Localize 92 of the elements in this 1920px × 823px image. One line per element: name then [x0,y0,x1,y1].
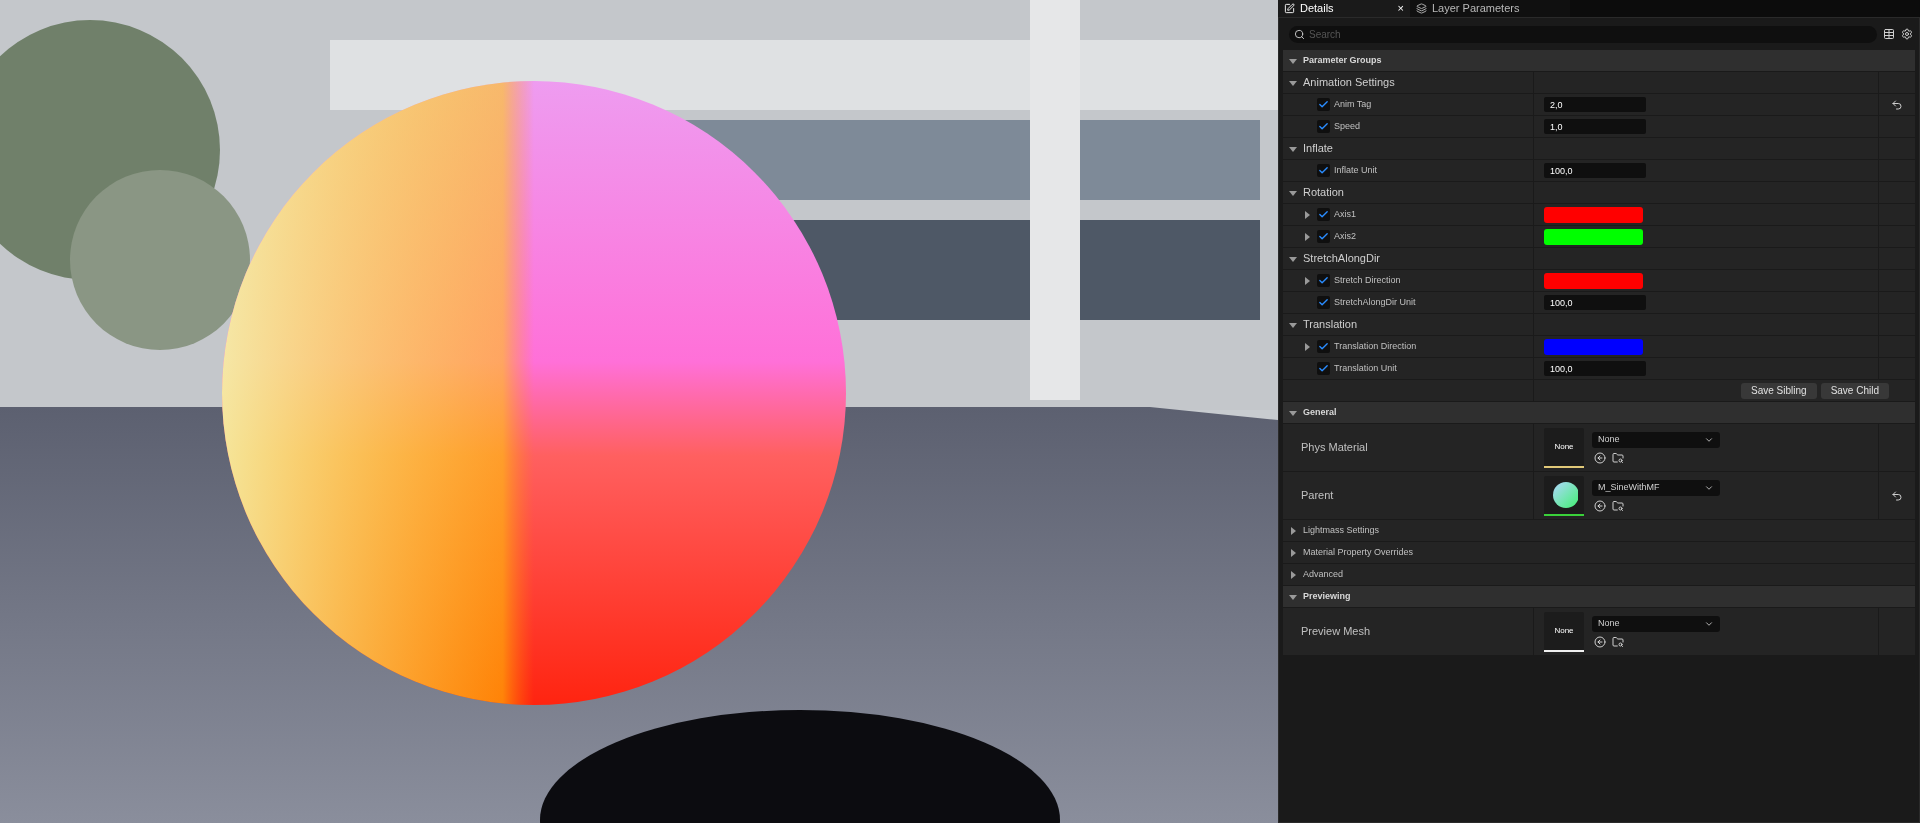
group-title: Translation [1303,317,1357,333]
expand-arrow-icon[interactable] [1303,232,1311,241]
section-header[interactable]: Previewing [1283,586,1915,608]
collapse-arrow-icon[interactable] [1289,144,1297,153]
number-field[interactable]: 100,0 [1544,295,1646,310]
collapse-arrow-icon[interactable] [1289,408,1297,417]
checkbox[interactable] [1317,208,1330,221]
thumbnail-label: None [1554,440,1574,453]
collapse-arrow-icon[interactable] [1289,188,1297,197]
expand-arrow-icon[interactable] [1289,526,1297,535]
number-field[interactable]: 100,0 [1544,361,1646,376]
parameter-label: StretchAlongDir Unit [1334,295,1416,309]
parameter-label: Inflate Unit [1334,163,1378,177]
expand-arrow-icon[interactable] [1303,210,1311,219]
group-title: Inflate [1303,141,1333,157]
browse-icon[interactable] [1612,635,1624,648]
checkbox[interactable] [1317,274,1330,287]
section-title: Previewing [1303,589,1351,603]
color-swatch[interactable] [1544,272,1643,289]
asset-dropdown[interactable]: M_SineWithMF [1592,479,1720,496]
checkbox[interactable] [1317,98,1330,111]
thumbnail-label: None [1554,624,1574,637]
edit-icon [1284,3,1295,14]
property-label: Parent [1301,488,1334,504]
browse-icon[interactable] [1612,451,1624,464]
parameter-label: Translation Direction [1334,339,1417,353]
section-header[interactable]: Parameter Groups [1283,50,1915,72]
color-swatch[interactable] [1544,228,1643,245]
number-field[interactable]: 2,0 [1544,97,1646,112]
property-label: Phys Material [1301,440,1368,456]
parameter-label: Translation Unit [1334,361,1397,375]
parameter-label: Axis2 [1334,229,1356,243]
number-field[interactable]: 1,0 [1544,119,1646,134]
section-title: Parameter Groups [1303,53,1382,67]
asset-thumbnail[interactable]: None [1544,611,1584,652]
group-title: Animation Settings [1303,75,1395,91]
tab-label: Layer Parameters [1432,1,1521,17]
expand-arrow-icon[interactable] [1303,342,1311,351]
parameter-label: Stretch Direction [1334,273,1401,287]
checkbox[interactable] [1317,296,1330,309]
collapse-arrow-icon[interactable] [1289,254,1297,263]
checkbox[interactable] [1317,340,1330,353]
panel-tab[interactable]: Details × [1278,0,1410,17]
reset-icon[interactable] [1891,489,1903,502]
category-row[interactable]: Material Property Overrides [1283,542,1915,564]
checkbox[interactable] [1317,120,1330,133]
group-title: StretchAlongDir [1303,251,1381,267]
number-field[interactable]: 100,0 [1544,163,1646,178]
search-field[interactable]: Search [1289,25,1877,43]
category-title: Material Property Overrides [1303,545,1414,559]
layers-icon [1416,3,1427,14]
asset-thumbnail[interactable]: None [1544,427,1584,468]
category-title: Advanced [1303,567,1344,581]
category-row[interactable]: Lightmass Settings [1283,520,1915,542]
save-button[interactable]: Save Sibling [1741,382,1817,399]
property-label: Preview Mesh [1301,624,1371,640]
section-title: General [1303,405,1337,419]
asset-thumbnail[interactable] [1544,475,1584,516]
checkbox[interactable] [1317,164,1330,177]
expand-arrow-icon[interactable] [1303,276,1311,285]
collapse-arrow-icon[interactable] [1289,592,1297,601]
use-selected-icon[interactable] [1594,635,1606,648]
parameter-label: Speed [1334,119,1361,133]
use-selected-icon[interactable] [1594,499,1606,512]
asset-dropdown[interactable]: None [1592,615,1720,632]
use-selected-icon[interactable] [1594,451,1606,464]
browse-icon[interactable] [1612,499,1624,512]
expand-arrow-icon[interactable] [1289,548,1297,557]
category-row[interactable]: Advanced [1283,564,1915,586]
reset-icon[interactable] [1891,98,1903,111]
search-icon [1294,28,1305,40]
collapse-arrow-icon[interactable] [1289,56,1297,65]
asset-dropdown[interactable]: None [1592,431,1720,448]
parameter-label: Axis1 [1334,207,1356,221]
collapse-arrow-icon[interactable] [1289,320,1297,329]
parameter-label: Anim Tag [1334,97,1372,111]
checkbox[interactable] [1317,230,1330,243]
tab-label: Details [1300,1,1335,17]
table-view-icon[interactable] [1883,28,1895,40]
group-title: Rotation [1303,185,1344,201]
category-title: Lightmass Settings [1303,523,1380,537]
expand-arrow-icon[interactable] [1289,570,1297,579]
panel-tab[interactable]: Layer Parameters [1410,0,1570,17]
close-tab-icon[interactable]: × [1397,0,1404,17]
section-header[interactable]: General [1283,402,1915,424]
save-button[interactable]: Save Child [1820,382,1889,399]
color-swatch[interactable] [1544,206,1643,223]
settings-icon[interactable] [1901,28,1913,40]
sphere-thumbnail-icon [1550,480,1578,509]
checkbox[interactable] [1317,362,1330,375]
color-swatch[interactable] [1544,338,1643,355]
collapse-arrow-icon[interactable] [1289,78,1297,87]
